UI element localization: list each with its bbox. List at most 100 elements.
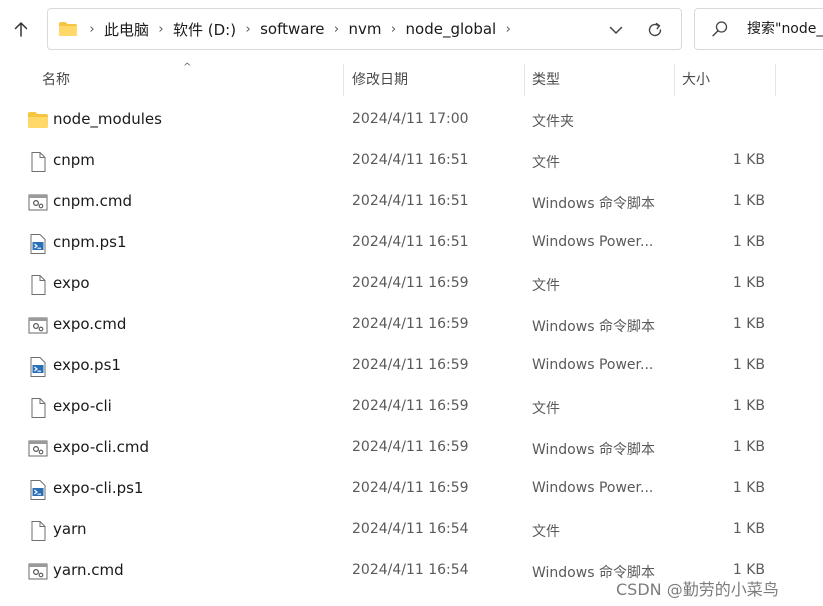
up-arrow-icon (14, 22, 28, 37)
file-size: 1 KB (732, 480, 765, 496)
file-modified: 2024/4/11 16:59 (352, 398, 469, 414)
watermark: CSDN @勤劳的小菜鸟 (616, 580, 779, 599)
search-icon (711, 20, 729, 38)
chevron-right-icon[interactable]: › (327, 22, 347, 37)
folder-icon (27, 110, 49, 132)
file-row[interactable]: cnpm.cmd 2024/4/11 16:51 Windows 命令脚本 1 … (0, 182, 823, 223)
address-history-button[interactable] (605, 19, 627, 41)
file-name: expo.cmd (53, 315, 127, 333)
powershell-script-icon (27, 233, 49, 255)
file-icon (27, 520, 49, 542)
file-type: Windows 命令脚本 (532, 319, 655, 335)
file-name: node_modules (53, 110, 162, 128)
file-name: expo-cli (53, 397, 112, 415)
file-name: cnpm.cmd (53, 192, 133, 210)
powershell-script-icon (27, 479, 49, 501)
file-modified: 2024/4/11 16:51 (352, 193, 469, 209)
file-size: 1 KB (732, 152, 765, 168)
column-divider[interactable] (674, 64, 675, 96)
folder-icon (58, 19, 78, 39)
cmd-script-icon (27, 192, 49, 214)
file-name: expo.ps1 (53, 356, 121, 374)
search-box[interactable] (694, 8, 823, 50)
file-row[interactable]: expo-cli 2024/4/11 16:59 文件 1 KB (0, 387, 823, 428)
sort-ascending-icon: ^ (183, 62, 192, 73)
file-type: Windows Power... (532, 234, 654, 250)
file-icon (27, 151, 49, 173)
cmd-script-icon (27, 561, 49, 583)
breadcrumb-drive-d[interactable]: 软件 (D:) (171, 19, 238, 40)
refresh-button[interactable] (643, 18, 667, 42)
column-divider[interactable] (524, 64, 525, 96)
chevron-right-icon[interactable]: › (82, 22, 102, 37)
file-size: 1 KB (732, 357, 765, 373)
file-modified: 2024/4/11 16:59 (352, 316, 469, 332)
file-modified: 2024/4/11 17:00 (352, 111, 469, 127)
breadcrumb-software[interactable]: software (258, 20, 326, 38)
chevron-right-icon[interactable]: › (498, 22, 518, 37)
file-type: 文件夹 (532, 114, 574, 130)
cmd-script-icon (27, 438, 49, 460)
file-row[interactable]: expo-cli.ps1 2024/4/11 16:59 Windows Pow… (0, 469, 823, 510)
file-type: 文件 (532, 278, 560, 294)
file-row[interactable]: cnpm 2024/4/11 16:51 文件 1 KB (0, 141, 823, 182)
file-size: 1 KB (732, 521, 765, 537)
file-row[interactable]: expo 2024/4/11 16:59 文件 1 KB (0, 264, 823, 305)
column-divider[interactable] (343, 64, 344, 96)
refresh-icon (648, 22, 662, 37)
file-type: Windows Power... (532, 357, 654, 373)
column-divider[interactable] (775, 64, 776, 96)
file-modified: 2024/4/11 16:54 (352, 562, 469, 578)
column-header-modified[interactable]: 修改日期 (352, 62, 408, 96)
file-name: yarn (53, 520, 87, 538)
file-modified: 2024/4/11 16:54 (352, 521, 469, 537)
chevron-down-icon (609, 26, 623, 35)
file-row[interactable]: expo.cmd 2024/4/11 16:59 Windows 命令脚本 1 … (0, 305, 823, 346)
file-row[interactable]: cnpm.ps1 2024/4/11 16:51 Windows Power..… (0, 223, 823, 264)
address-bar[interactable]: › 此电脑 › 软件 (D:) › software › nvm › node_… (47, 8, 682, 50)
column-header-row: ^ 名称 修改日期 类型 大小 (0, 62, 823, 98)
file-icon (27, 274, 49, 296)
file-icon (27, 397, 49, 419)
chevron-right-icon[interactable]: › (238, 22, 258, 37)
breadcrumb: › 此电脑 › 软件 (D:) › software › nvm › node_… (82, 19, 518, 40)
column-header-size[interactable]: 大小 (682, 62, 710, 96)
breadcrumb-node-global[interactable]: node_global (404, 20, 499, 38)
file-name: cnpm.ps1 (53, 233, 127, 251)
file-modified: 2024/4/11 16:59 (352, 357, 469, 373)
file-name: cnpm (53, 151, 95, 169)
file-type: 文件 (532, 155, 560, 171)
search-input[interactable] (745, 20, 823, 38)
file-size: 1 KB (732, 275, 765, 291)
chevron-right-icon[interactable]: › (384, 22, 404, 37)
file-modified: 2024/4/11 16:59 (352, 480, 469, 496)
file-type: Windows 命令脚本 (532, 442, 655, 458)
file-type: 文件 (532, 401, 560, 417)
column-header-type[interactable]: 类型 (532, 62, 560, 96)
file-type: 文件 (532, 524, 560, 540)
file-type: Windows 命令脚本 (532, 196, 655, 212)
file-name: yarn.cmd (53, 561, 124, 579)
navigation-bar: › 此电脑 › 软件 (D:) › software › nvm › node_… (0, 0, 823, 62)
file-size: 1 KB (732, 398, 765, 414)
chevron-right-icon[interactable]: › (151, 22, 171, 37)
file-row[interactable]: expo.ps1 2024/4/11 16:59 Windows Power..… (0, 346, 823, 387)
cmd-script-icon (27, 315, 49, 337)
column-header-name[interactable]: 名称 (42, 62, 70, 96)
breadcrumb-nvm[interactable]: nvm (347, 20, 384, 38)
file-row[interactable]: yarn 2024/4/11 16:54 文件 1 KB (0, 510, 823, 551)
file-modified: 2024/4/11 16:59 (352, 275, 469, 291)
file-type: Windows Power... (532, 480, 654, 496)
file-size: 1 KB (732, 439, 765, 455)
powershell-script-icon (27, 356, 49, 378)
up-arrow-button[interactable] (6, 14, 36, 44)
file-size: 1 KB (732, 193, 765, 209)
file-row[interactable]: expo-cli.cmd 2024/4/11 16:59 Windows 命令脚… (0, 428, 823, 469)
file-name: expo-cli.cmd (53, 438, 149, 456)
file-size: 1 KB (732, 234, 765, 250)
file-size: 1 KB (732, 316, 765, 332)
breadcrumb-this-pc[interactable]: 此电脑 (102, 19, 151, 40)
file-modified: 2024/4/11 16:51 (352, 234, 469, 250)
file-row[interactable]: node_modules 2024/4/11 17:00 文件夹 (0, 100, 823, 141)
file-modified: 2024/4/11 16:51 (352, 152, 469, 168)
